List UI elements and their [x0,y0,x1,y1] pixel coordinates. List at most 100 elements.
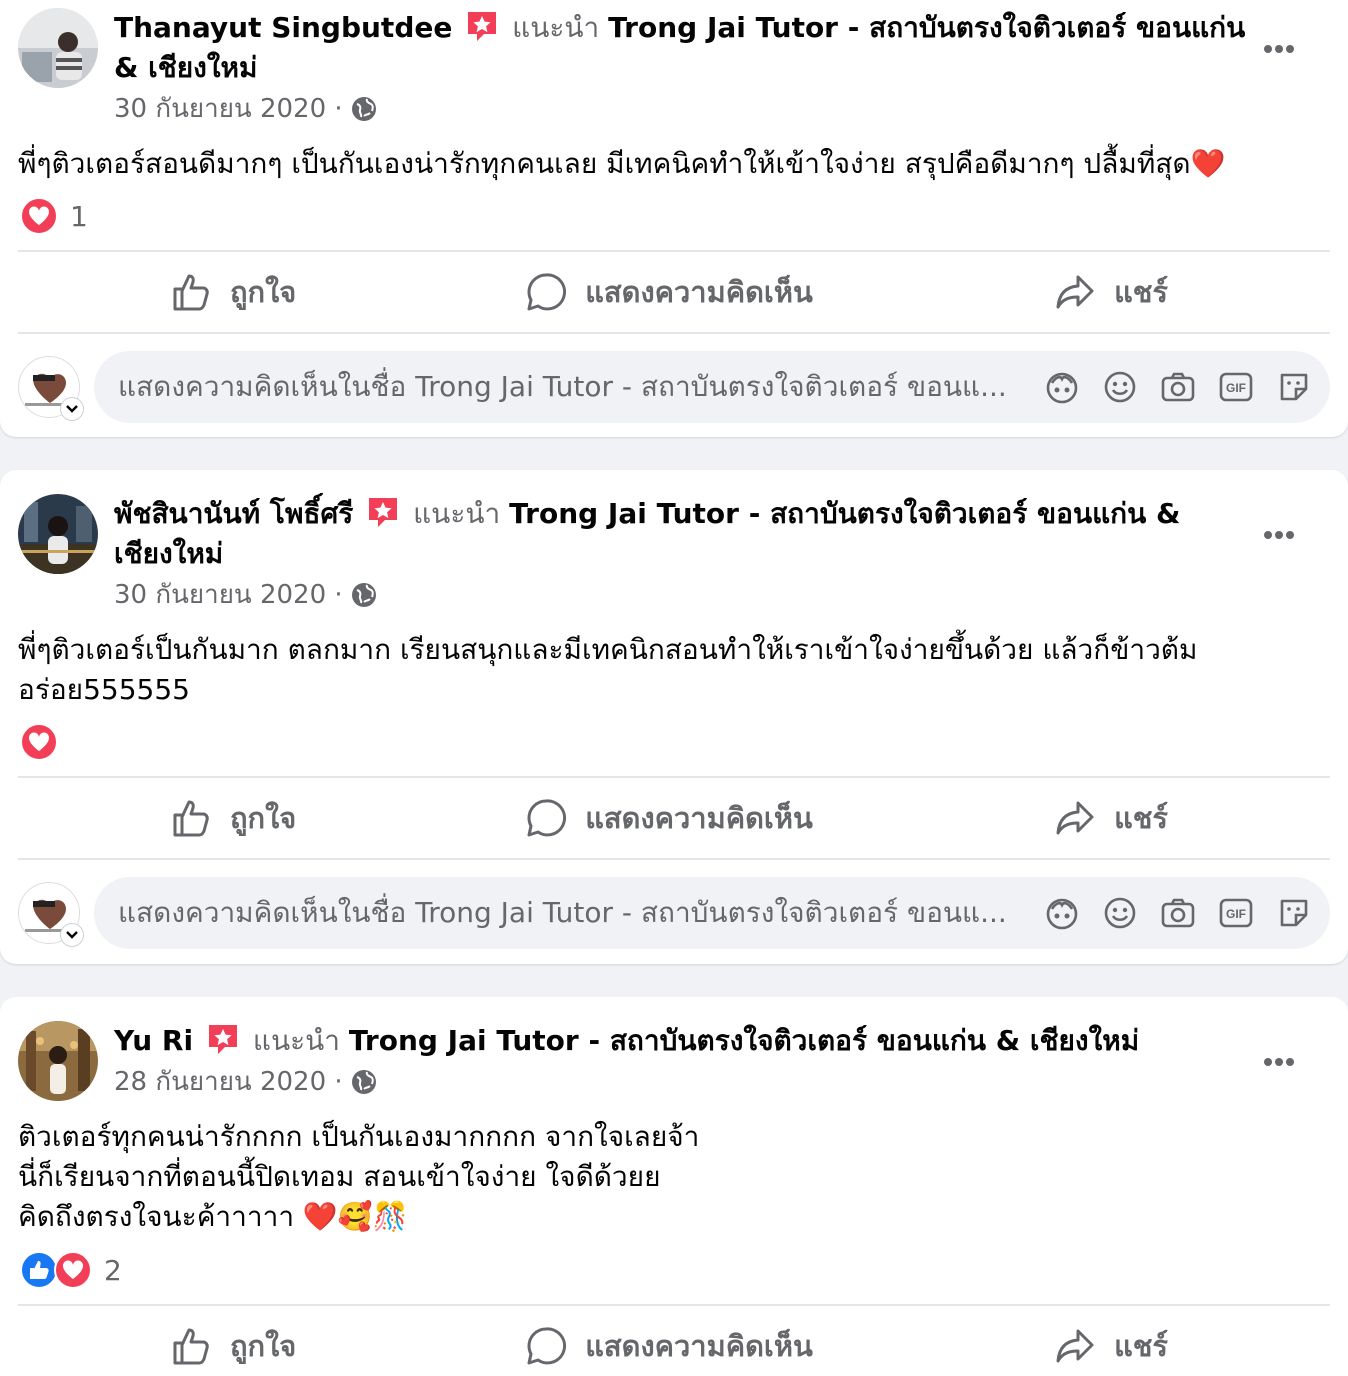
recommends-label: แนะนำ [413,497,501,530]
emoji-icon[interactable] [1102,369,1138,405]
share-label: แชร์ [1114,1329,1169,1363]
avatar-icon[interactable] [1044,369,1080,405]
author-avatar[interactable] [18,494,98,574]
divider [18,332,1330,334]
post-meta: 28 กันยายน 2020 · [114,1065,377,1099]
sticker-icon[interactable] [1276,895,1312,931]
like-label: ถูกใจ [230,275,297,309]
comment-placeholder: แสดงความคิดเห็นในชื่อ Trong Jai Tutor - … [118,896,1007,929]
action-bar: ถูกใจ แสดงความคิดเห็น แชร์ [18,1306,1330,1376]
action-bar: ถูกใจ แสดงความคิดเห็น แชร์ [18,778,1330,858]
post-meta: 30 กันยายน 2020 · [114,578,377,612]
page-name-link[interactable]: Trong Jai Tutor - สถาบันตรงใจติวเตอร์ ขอ… [349,1024,1139,1057]
post-text: พี่ๆติวเตอร์สอนดีมากๆ เป็นกันเองน่ารักทุ… [18,147,1226,180]
author-name[interactable]: พัชสินานันท์ โพธิ์ศรี [114,497,353,530]
comment-icon [527,273,567,311]
post-header: พัชสินานันท์ โพธิ์ศรี แนะนำ Trong Jai Tu… [114,494,1254,574]
author-avatar[interactable] [18,1021,98,1101]
like-button[interactable]: ถูกใจ [18,1306,503,1376]
emoji-icon[interactable] [1102,895,1138,931]
comment-button[interactable]: แสดงความคิดเห็น [503,1306,836,1376]
recommends-label: แนะนำ [252,1024,340,1057]
gif-icon[interactable]: GIF [1218,895,1254,931]
post-date[interactable]: 30 กันยายน 2020 · [114,578,343,612]
divider [18,858,1330,860]
share-icon [1056,275,1094,309]
reaction-count: 2 [104,1253,122,1287]
camera-icon[interactable] [1160,895,1196,931]
globe-icon [351,583,376,607]
gif-icon[interactable]: GIF [1218,369,1254,405]
action-bar: ถูกใจ แสดงความคิดเห็น แชร์ [18,252,1330,332]
comment-label: แสดงความคิดเห็น [585,1329,813,1363]
author-avatar[interactable] [18,8,98,88]
reaction-count: 1 [70,199,88,233]
like-button[interactable]: ถูกใจ [18,778,503,858]
share-button[interactable]: แชร์ [835,252,1330,332]
author-name[interactable]: Thanayut Singbutdee [114,11,452,44]
svg-text:GIF: GIF [1226,381,1246,395]
more-options-button[interactable] [1264,524,1300,539]
comment-label: แสดงความคิดเห็น [585,801,813,835]
like-icon [173,800,209,837]
post-card: Thanayut Singbutdee แนะนำ Trong Jai Tuto… [0,0,1348,437]
like-icon [173,1328,209,1365]
comment-composer: แสดงความคิดเห็นในชื่อ Trong Jai Tutor - … [18,877,1330,949]
chevron-down-icon[interactable] [60,923,84,947]
more-icon [1264,1058,1272,1066]
recommend-badge-icon [468,12,497,41]
globe-icon [351,1070,376,1094]
post-text: พี่ๆติวเตอร์เป็นกันมาก ตลกมาก เรียนสนุกแ… [18,633,1198,706]
recommends-label: แนะนำ [512,11,600,44]
like-reaction-icon [20,1251,58,1289]
post-card: Yu Ri แนะนำ Trong Jai Tutor - สถาบันตรงใ… [0,997,1348,1376]
post-header: Yu Ri แนะนำ Trong Jai Tutor - สถาบันตรงใ… [114,1021,1254,1061]
comment-composer: แสดงความคิดเห็นในชื่อ Trong Jai Tutor - … [18,351,1330,423]
composer-tools: GIF [1044,369,1312,405]
like-label: ถูกใจ [230,1329,297,1363]
svg-text:GIF: GIF [1226,907,1246,921]
composer-tools: GIF [1044,895,1312,931]
more-icon [1264,531,1272,539]
share-icon [1056,1329,1094,1363]
more-options-button[interactable] [1264,1051,1300,1066]
avatar-icon[interactable] [1044,895,1080,931]
like-icon [173,274,209,311]
comment-button[interactable]: แสดงความคิดเห็น [503,778,836,858]
reaction-summary[interactable]: 2 [20,1250,122,1290]
love-reaction-icon [20,723,58,761]
post-card: พัชสินานันท์ โพธิ์ศรี แนะนำ Trong Jai Tu… [0,470,1348,964]
share-label: แชร์ [1114,275,1169,309]
recommend-badge-icon [369,498,398,527]
love-reaction-icon [54,1251,92,1289]
comment-input[interactable]: แสดงความคิดเห็นในชื่อ Trong Jai Tutor - … [94,351,1330,423]
comment-label: แสดงความคิดเห็น [585,275,813,309]
comment-input[interactable]: แสดงความคิดเห็นในชื่อ Trong Jai Tutor - … [94,877,1330,949]
share-label: แชร์ [1114,801,1169,835]
share-button[interactable]: แชร์ [835,1306,1330,1376]
author-name[interactable]: Yu Ri [114,1024,193,1057]
comment-icon [527,799,567,837]
post-text: ติวเตอร์ทุกคนน่ารักกกก เป็นกันเองมากกกก … [18,1120,700,1233]
post-date[interactable]: 28 กันยายน 2020 · [114,1065,343,1099]
post-date[interactable]: 30 กันยายน 2020 · [114,92,343,126]
like-label: ถูกใจ [230,801,297,835]
comment-icon [527,1327,567,1365]
globe-icon [351,97,376,121]
comment-placeholder: แสดงความคิดเห็นในชื่อ Trong Jai Tutor - … [118,370,1007,403]
camera-icon[interactable] [1160,369,1196,405]
reaction-summary[interactable] [20,722,70,762]
reaction-summary[interactable]: 1 [20,196,88,236]
chevron-down-icon[interactable] [60,397,84,421]
share-button[interactable]: แชร์ [835,778,1330,858]
like-button[interactable]: ถูกใจ [18,252,503,332]
love-reaction-icon [20,197,58,235]
more-icon [1264,45,1272,53]
share-icon [1056,801,1094,835]
comment-button[interactable]: แสดงความคิดเห็น [503,252,836,332]
post-meta: 30 กันยายน 2020 · [114,92,377,126]
sticker-icon[interactable] [1276,369,1312,405]
post-header: Thanayut Singbutdee แนะนำ Trong Jai Tuto… [114,8,1254,88]
recommend-badge-icon [208,1025,237,1054]
more-options-button[interactable] [1264,38,1300,53]
